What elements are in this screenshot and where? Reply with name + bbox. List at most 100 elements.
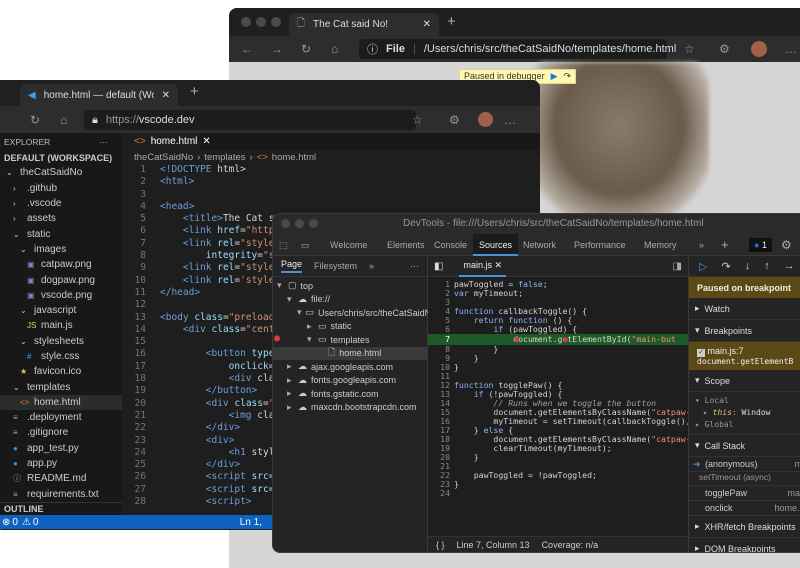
step-into-icon[interactable]: ↓: [745, 260, 751, 272]
refresh-icon[interactable]: ↻: [30, 113, 40, 127]
settings-gear-icon[interactable]: ⚙: [781, 234, 792, 256]
page-tree-item[interactable]: ▸ ☁ fonts.googleapis.com: [273, 374, 427, 388]
workspace-header[interactable]: DEFAULT (WORKSPACE): [0, 150, 122, 165]
page-tree-item[interactable]: ▸ ☁ fonts.gstatic.com: [273, 387, 427, 401]
expand-arrow-icon[interactable]: ▸: [287, 375, 294, 386]
explorer-item[interactable]: ⌄ static: [0, 226, 122, 241]
editor-tab-home-html[interactable]: <> home.html ✕: [128, 133, 211, 150]
window-controls[interactable]: [241, 17, 286, 30]
breakpoint-item[interactable]: ✓ main.js:7 document.getElementB: [689, 342, 800, 370]
explorer-item[interactable]: ⌄ theCatSaidNo: [0, 165, 122, 180]
more-icon[interactable]: …: [785, 42, 797, 56]
vscode-address-bar[interactable]: 🔒︎ https://vscode.dev: [84, 110, 416, 130]
more-icon[interactable]: ···: [100, 137, 109, 147]
line-number[interactable]: 24: [428, 489, 454, 498]
sources-editor[interactable]: ◧ main.js ✕ ◨ 1 pawToggled = false; 2 var m…: [274, 256, 691, 552]
more-tabs-icon[interactable]: »: [699, 234, 704, 256]
expand-arrow-icon[interactable]: ▾: [287, 294, 294, 305]
more-nav-tabs-icon[interactable]: »: [369, 261, 374, 271]
inspect-element-icon[interactable]: ⬚: [279, 234, 288, 256]
scope-local[interactable]: ▾ Local: [695, 395, 800, 407]
line-number[interactable]: 1: [428, 280, 454, 289]
explorer-item[interactable]: ⓘ README.md: [0, 471, 122, 486]
more-icon[interactable]: ⋯: [410, 261, 419, 272]
explorer-item[interactable]: ★ favicon.ico: [0, 364, 122, 379]
tab-network[interactable]: Network: [523, 234, 556, 256]
line-number[interactable]: 8: [428, 345, 454, 354]
step-out-icon[interactable]: ↑: [764, 260, 770, 272]
line-number[interactable]: 5: [428, 316, 454, 325]
call-stack-section[interactable]: ▾ Call Stack: [689, 435, 800, 457]
window-controls[interactable]: [281, 219, 323, 231]
page-tree-item[interactable]: ▾ ▭ templates: [273, 333, 427, 347]
line-number[interactable]: 4: [428, 307, 454, 316]
more-icon[interactable]: …: [504, 113, 516, 127]
explorer-item[interactable]: <> home.html: [0, 394, 122, 411]
explorer-item[interactable]: JS main.js: [0, 318, 122, 333]
explorer-item[interactable]: # style.css: [0, 349, 122, 364]
vscode-browser-tab[interactable]: ◀ home.html — default (Workspa ✕: [20, 84, 178, 106]
explorer-item[interactable]: ● app.py: [0, 456, 122, 471]
explorer-item[interactable]: ▣ vscode.png: [0, 288, 122, 303]
breadcrumb-item[interactable]: home.html: [272, 152, 316, 163]
extensions-icon[interactable]: ⚙: [449, 113, 460, 127]
errors-icon[interactable]: ⊗: [2, 517, 10, 528]
explorer-item[interactable]: › .github: [0, 181, 122, 196]
close-tab-icon[interactable]: ✕: [423, 19, 431, 30]
expand-arrow-icon[interactable]: ▸: [287, 361, 294, 372]
breadcrumb-item[interactable]: theCatSaidNo: [134, 152, 193, 163]
favorites-icon[interactable]: ☆: [412, 113, 423, 127]
explorer-item[interactable]: ≡ .deployment: [0, 410, 122, 425]
new-tab-button[interactable]: +: [190, 83, 199, 100]
breakpoint-marker-icon[interactable]: ●: [514, 334, 519, 345]
line-number[interactable]: 6: [428, 325, 454, 334]
page-tree-item[interactable]: ▾ ▢ top: [273, 279, 427, 293]
device-toolbar-icon[interactable]: ▭: [301, 234, 310, 256]
outline-section[interactable]: OUTLINE: [0, 502, 122, 516]
nav-tab-filesystem[interactable]: Filesystem: [314, 261, 357, 271]
explorer-item[interactable]: ≡ requirements.txt: [0, 487, 122, 502]
explorer-item[interactable]: ● app_test.py: [0, 441, 122, 456]
favorites-icon[interactable]: ☆: [684, 42, 695, 56]
call-frame[interactable]: ➔ (anonymous) ma: [689, 457, 800, 472]
home-icon[interactable]: ⌂: [331, 42, 338, 56]
dom-breakpoints-section[interactable]: ▸ DOM Breakpoints: [689, 538, 800, 552]
tab-memory[interactable]: Memory: [644, 234, 677, 256]
edge-address-bar[interactable]: ⓘ File | /Users/chris/src/theCatSaidNo/t…: [359, 39, 676, 59]
expand-arrow-icon[interactable]: ▾: [307, 334, 314, 345]
tab-welcome[interactable]: Welcome: [330, 234, 367, 256]
tab-performance[interactable]: Performance: [574, 234, 626, 256]
explorer-item[interactable]: ▣ dogpaw.png: [0, 272, 122, 287]
back-icon[interactable]: ←: [241, 42, 253, 56]
scope-this[interactable]: ▸ this: Window: [695, 407, 800, 419]
explorer-item[interactable]: ⌄ stylesheets: [0, 334, 122, 349]
line-number[interactable]: 2: [428, 289, 454, 298]
page-tree-item[interactable]: ▸ ▭ static: [273, 320, 427, 334]
breakpoints-section[interactable]: ▾ Breakpoints: [689, 320, 800, 342]
breakpoint-gutter-icon[interactable]: ●: [274, 333, 280, 344]
explorer-item[interactable]: ⌄ images: [0, 242, 122, 257]
edge-tab[interactable]: 🗋 The Cat said No! ✕: [289, 13, 439, 36]
expand-arrow-icon[interactable]: ▾: [297, 307, 302, 318]
add-tab-icon[interactable]: +: [721, 234, 729, 256]
scope-global[interactable]: ▸ Global: [695, 419, 800, 431]
explorer-item[interactable]: › assets: [0, 211, 122, 226]
page-tree-item[interactable]: ▸ ☁ maxcdn.bootstrapcdn.com: [273, 401, 427, 415]
line-number[interactable]: 7: [428, 334, 454, 345]
step-icon[interactable]: →: [784, 260, 795, 272]
page-tree-item[interactable]: ▾ ▭ Users/chris/src/theCatSaidNo: [273, 306, 436, 320]
editor-tab-main-js[interactable]: main.js ✕: [459, 256, 507, 277]
expand-arrow-icon[interactable]: ▸: [307, 321, 314, 332]
forward-icon[interactable]: →: [271, 42, 283, 56]
extensions-icon[interactable]: ⚙: [719, 42, 730, 56]
explorer-item[interactable]: › .vscode: [0, 196, 122, 211]
resume-icon[interactable]: ▶: [551, 71, 558, 82]
warnings-icon[interactable]: ⚠: [22, 517, 31, 528]
close-tab-icon[interactable]: ✕: [202, 136, 210, 147]
refresh-icon[interactable]: ↻: [301, 42, 311, 56]
close-tab-icon[interactable]: ✕: [494, 260, 502, 270]
breakpoint-marker-icon[interactable]: ●: [563, 334, 568, 345]
expand-arrow-icon[interactable]: ▾: [277, 280, 284, 291]
pretty-print-icon[interactable]: { }: [436, 540, 445, 550]
breadcrumb-item[interactable]: templates: [204, 152, 245, 163]
